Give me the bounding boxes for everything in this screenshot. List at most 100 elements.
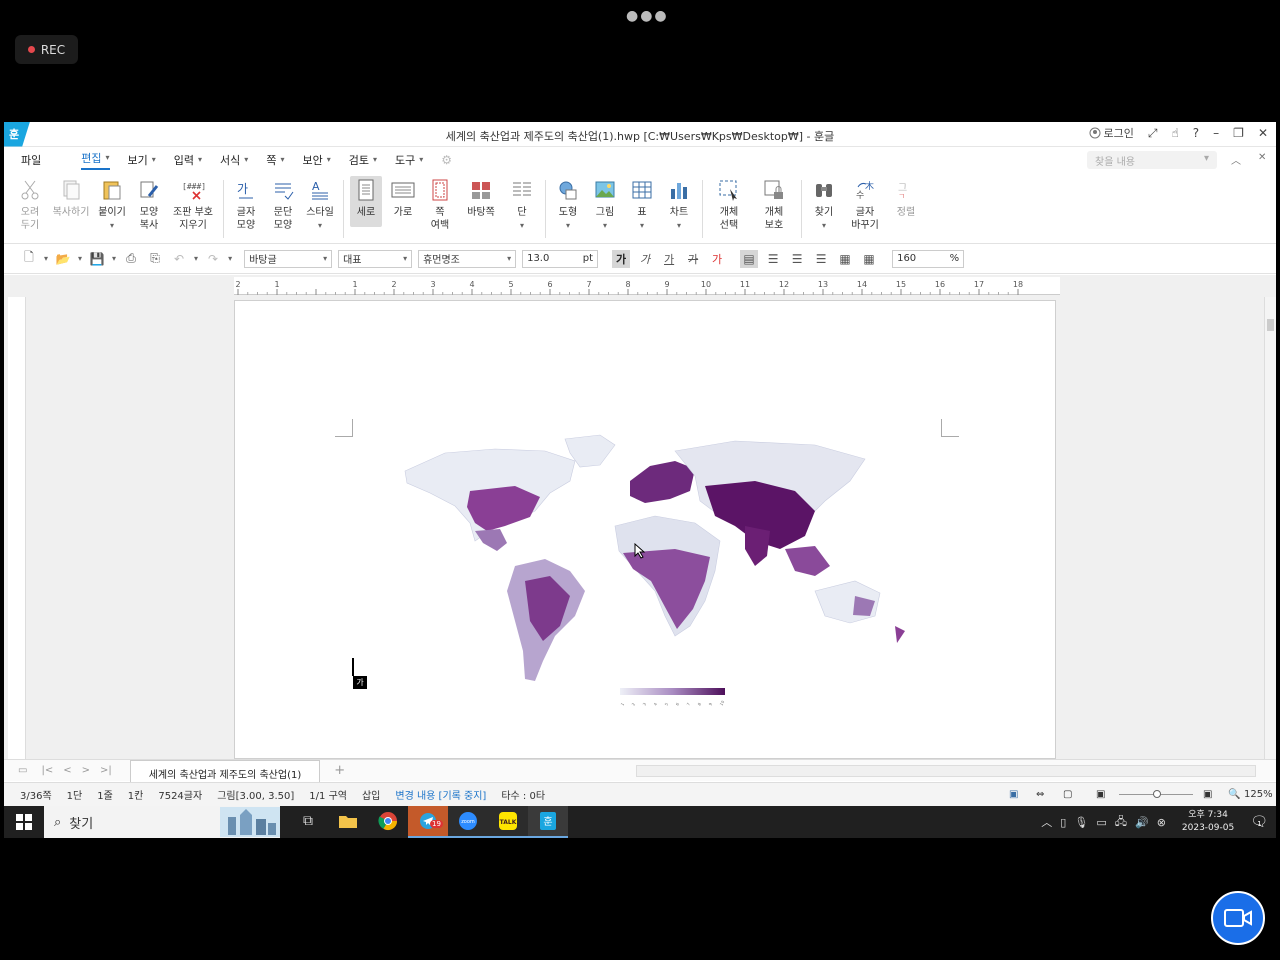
menu-format[interactable]: 서식 ▾: [220, 152, 248, 168]
minimize-icon[interactable]: –: [1213, 126, 1219, 140]
addon-icon[interactable]: ⚙: [441, 153, 452, 167]
vertical-scrollbar[interactable]: [1264, 297, 1276, 759]
paste-button[interactable]: 붙이기 ▾: [96, 176, 128, 232]
font-color-button[interactable]: 가: [708, 250, 726, 268]
language-select[interactable]: 대표 ▾: [338, 249, 413, 268]
status-zoom[interactable]: 125%: [1244, 789, 1273, 800]
status-page[interactable]: 3/36쪽: [20, 787, 52, 802]
chevron-up-icon[interactable]: ︿: [1041, 814, 1052, 830]
menu-file[interactable]: 파일: [21, 152, 41, 168]
zoom-app-icon[interactable]: zoom: [448, 806, 488, 838]
help-icon[interactable]: ?: [1193, 126, 1199, 140]
close-icon[interactable]: ✕: [1258, 126, 1268, 140]
hwp-app-icon[interactable]: 훈: [528, 806, 568, 838]
zoom-search-icon[interactable]: 🔍: [1228, 789, 1240, 800]
save-icon[interactable]: 💾: [88, 250, 106, 268]
network-icon[interactable]: 🖧: [1115, 813, 1127, 832]
font-size-input[interactable]: 13.0 pt: [522, 249, 599, 268]
columns-button[interactable]: 단 ▾: [506, 176, 538, 232]
bold-button[interactable]: 가: [612, 249, 631, 268]
clear-marks-button[interactable]: [###] 조판 부호 지우기: [170, 176, 216, 232]
page-margin-button[interactable]: 쪽 여백: [424, 176, 456, 232]
vertical-ruler[interactable]: [8, 297, 26, 759]
status-track-changes[interactable]: 변경 내용 [기록 중지]: [395, 787, 486, 802]
battery-icon[interactable]: ▭: [1096, 816, 1106, 829]
zoom-slider[interactable]: [1119, 790, 1193, 798]
tab-list-icon[interactable]: ▭: [18, 765, 27, 776]
microphone-icon[interactable]: 🎙: [1074, 816, 1088, 829]
chart-button[interactable]: 차트 ▾: [663, 176, 695, 232]
telegram-icon[interactable]: 19: [408, 806, 448, 838]
style-select[interactable]: 바탕글 ▾: [244, 249, 333, 268]
find-button[interactable]: 찾기 ▾: [808, 176, 840, 232]
chevron-down-icon[interactable]: ▾: [228, 254, 232, 263]
underline-button[interactable]: 가: [660, 250, 678, 268]
find-input[interactable]: 찾을 내용 ▾: [1087, 151, 1217, 169]
chevron-down-icon[interactable]: ▾: [194, 254, 198, 263]
video-camera-button[interactable]: [1211, 891, 1265, 945]
taskbar-clock[interactable]: 오후 7:34 2023-09-05: [1182, 809, 1234, 835]
landscape-button[interactable]: 가로: [387, 176, 419, 219]
prev-tab-icon[interactable]: <: [63, 765, 71, 776]
scroll-thumb[interactable]: [1267, 319, 1274, 331]
char-shape-button[interactable]: 가 글자 모양: [230, 176, 262, 232]
document-page[interactable]: 1 2 3 4 5 6 7 8 9 10 가: [234, 300, 1056, 759]
cut-button[interactable]: 오려 두기: [14, 176, 46, 232]
zoom-slider-thumb[interactable]: [1153, 790, 1161, 798]
touch-icon[interactable]: ☝: [1171, 126, 1178, 140]
view-width-icon[interactable]: ⇔: [1036, 789, 1044, 800]
style-button[interactable]: A 스타일 ▾: [304, 176, 336, 232]
document-workspace[interactable]: 2 1 1 2 3 4 5 6 7 8 9 10 11 12 13 14 15 16 17 18: [4, 275, 1276, 759]
chevron-down-icon[interactable]: ▾: [44, 254, 48, 263]
align-distribute-icon[interactable]: ▦: [836, 250, 854, 268]
font-select[interactable]: 휴먼명조 ▾: [418, 249, 517, 268]
horizontal-scrollbar[interactable]: [636, 765, 1256, 777]
chevron-down-icon[interactable]: ▾: [78, 254, 82, 263]
menu-insert[interactable]: 입력 ▾: [174, 152, 202, 168]
view-page-icon[interactable]: ▢: [1063, 789, 1072, 800]
italic-button[interactable]: 가: [636, 250, 654, 268]
chevron-down-icon[interactable]: ▾: [112, 254, 116, 263]
world-livestock-map[interactable]: 1 2 3 4 5 6 7 8 9 10: [375, 431, 935, 721]
picture-button[interactable]: 그림 ▾: [589, 176, 621, 232]
sort-button[interactable]: 그ㄱ 정렬: [890, 176, 922, 219]
login-button[interactable]: 로그인: [1089, 125, 1134, 141]
more-options-icon[interactable]: ●●●: [626, 8, 669, 24]
kakaotalk-icon[interactable]: TALK: [488, 806, 528, 838]
document-tab[interactable]: 세계의 축산업과 제주도의 축산업(1): [129, 759, 321, 782]
print-preview-icon[interactable]: ⎘: [146, 250, 164, 268]
menu-tools[interactable]: 도구 ▾: [395, 152, 423, 168]
redo-icon[interactable]: ↷: [204, 250, 222, 268]
next-tab-icon[interactable]: >: [82, 765, 90, 776]
open-folder-icon[interactable]: 📂: [54, 250, 72, 268]
align-left-icon[interactable]: ☰: [764, 250, 782, 268]
zoom-page-icon[interactable]: ▣: [1203, 789, 1212, 800]
format-copy-button[interactable]: 모양 복사: [133, 176, 165, 232]
new-document-icon[interactable]: 🗋: [20, 250, 38, 268]
replace-button[interactable]: 수木 글자 바꾸기: [845, 176, 885, 232]
align-justify-icon[interactable]: ▤: [740, 249, 759, 268]
add-tab-button[interactable]: +: [334, 763, 345, 778]
device-icon[interactable]: ▯: [1060, 816, 1066, 829]
align-split-icon[interactable]: ▦: [860, 250, 878, 268]
taskbar-search[interactable]: ⌕ 찾기: [44, 806, 280, 838]
notification-center-icon[interactable]: 🗨 1: [1250, 814, 1268, 830]
menu-page[interactable]: 쪽 ▾: [266, 152, 284, 168]
menu-view[interactable]: 보기 ▾: [128, 152, 156, 168]
expand-icon[interactable]: ⤢: [1148, 126, 1158, 141]
collapse-ribbon-icon[interactable]: ︿: [1231, 152, 1241, 167]
last-tab-icon[interactable]: >|: [100, 765, 112, 776]
shape-button[interactable]: 도형 ▾: [552, 176, 584, 232]
windows-start-icon[interactable]: [4, 806, 44, 838]
chrome-icon[interactable]: [368, 806, 408, 838]
task-view-icon[interactable]: ⧉: [288, 806, 328, 838]
undo-icon[interactable]: ↶: [170, 250, 188, 268]
page-background-button[interactable]: 바탕쪽: [461, 176, 501, 219]
status-insert-mode[interactable]: 삽입: [362, 787, 380, 802]
volume-icon[interactable]: 🔊: [1135, 816, 1149, 829]
view-normal-icon[interactable]: ▣: [1009, 789, 1018, 800]
menu-edit[interactable]: 편집 ▾: [81, 150, 110, 170]
align-right-icon[interactable]: ☰: [812, 250, 830, 268]
menu-review[interactable]: 검토 ▾: [349, 152, 377, 168]
restore-icon[interactable]: ❐: [1233, 126, 1244, 140]
